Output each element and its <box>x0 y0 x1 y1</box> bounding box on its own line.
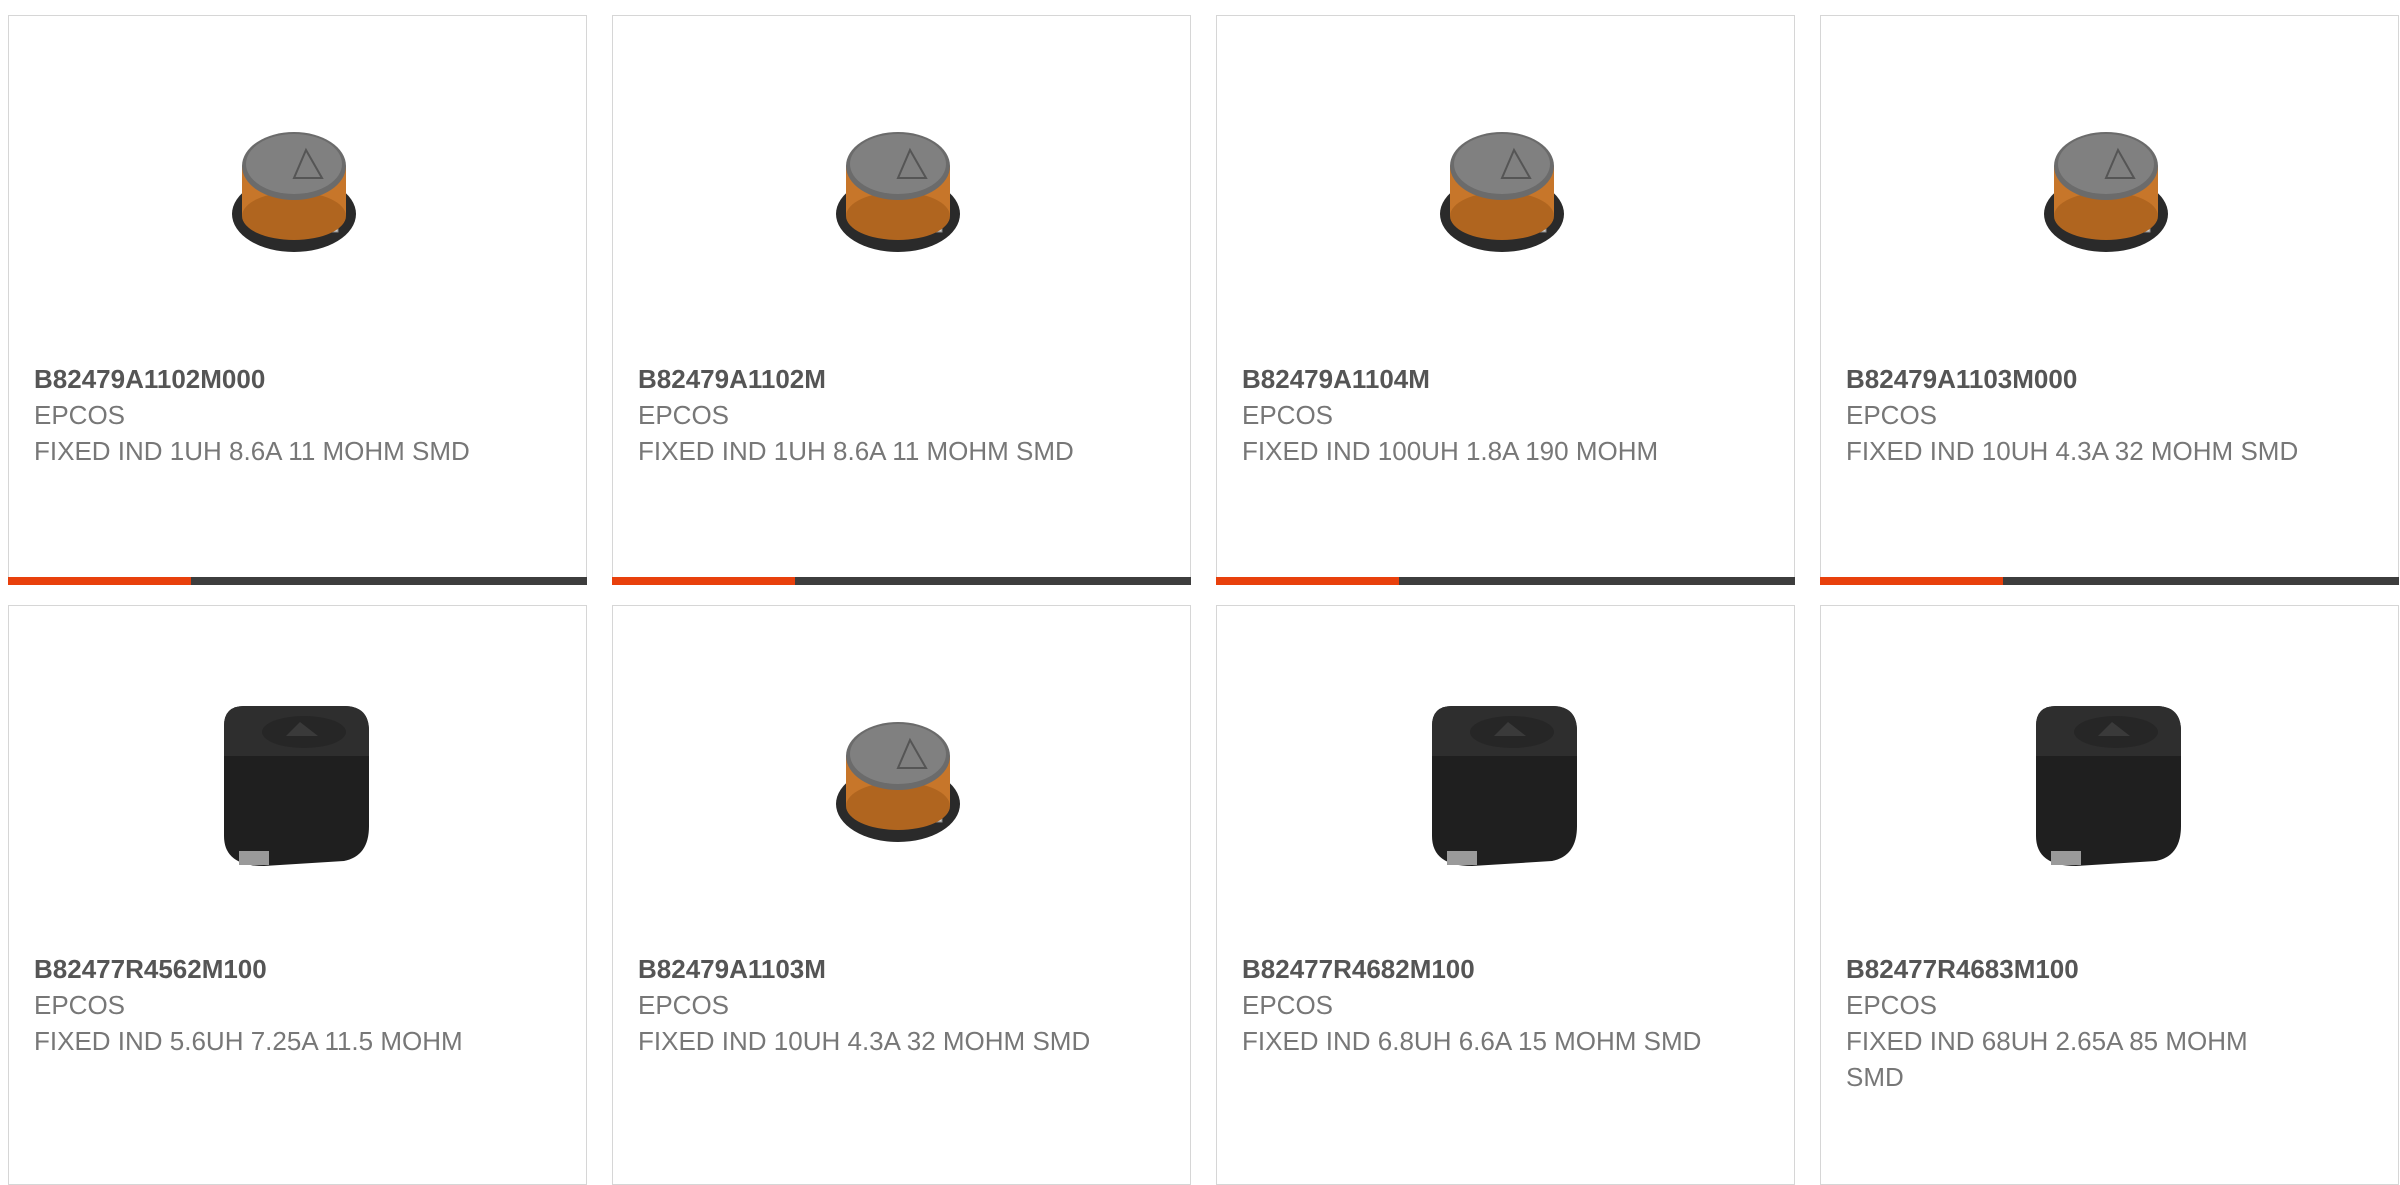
product-card[interactable]: B82477R4562M100 EPCOS FIXED IND 5.6UH 7.… <box>8 605 587 1185</box>
round-inductor-image <box>836 722 960 842</box>
description: FIXED IND 10UH 4.3A 32 MOHM SMD <box>1846 436 2299 466</box>
part-number[interactable]: B82477R4682M100 <box>1242 951 1702 987</box>
product-card[interactable]: B82477R4682M100 EPCOS FIXED IND 6.8UH 6.… <box>1216 605 1795 1185</box>
product-card[interactable]: B82479A1102M EPCOS FIXED IND 1UH 8.6A 11… <box>612 15 1191 585</box>
description: FIXED IND 100UH 1.8A 190 MOHM <box>1242 436 1659 466</box>
manufacturer: EPCOS <box>1242 400 1334 430</box>
accent-bar <box>8 577 191 585</box>
part-number[interactable]: B82479A1103M <box>638 951 1098 987</box>
part-number[interactable]: B82477R4562M100 <box>34 951 494 987</box>
description: FIXED IND 6.8UH 6.6A 15 MOHM SMD <box>1242 1026 1702 1056</box>
part-number[interactable]: B82479A1102M <box>638 361 1098 397</box>
manufacturer: EPCOS <box>34 990 126 1020</box>
product-card[interactable]: B82479A1103M EPCOS FIXED IND 10UH 4.3A 3… <box>612 605 1191 1185</box>
part-number[interactable]: B82479A1102M000 <box>34 361 494 397</box>
accent-bar <box>612 577 795 585</box>
product-card[interactable]: B82479A1102M000 EPCOS FIXED IND 1UH 8.6A… <box>8 15 587 585</box>
product-card[interactable]: B82479A1103M000 EPCOS FIXED IND 10UH 4.3… <box>1820 15 2399 585</box>
card-footer-bar <box>1820 577 2399 585</box>
square-inductor-image <box>224 706 369 866</box>
card-footer-bar <box>612 577 1191 585</box>
round-inductor-image <box>232 132 356 252</box>
round-inductor-image <box>836 132 960 252</box>
description: FIXED IND 1UH 8.6A 11 MOHM SMD <box>34 436 470 466</box>
part-number[interactable]: B82477R4683M100 <box>1846 951 2306 987</box>
accent-bar <box>1820 577 2003 585</box>
manufacturer: EPCOS <box>1846 400 1938 430</box>
manufacturer: EPCOS <box>34 400 126 430</box>
part-number[interactable]: B82479A1103M000 <box>1846 361 2306 397</box>
description: FIXED IND 5.6UH 7.25A 11.5 MOHM <box>34 1026 463 1056</box>
product-card[interactable]: B82479A1104M EPCOS FIXED IND 100UH 1.8A … <box>1216 15 1795 585</box>
round-inductor-image <box>1440 132 1564 252</box>
description: FIXED IND 1UH 8.6A 11 MOHM SMD <box>638 436 1074 466</box>
description: FIXED IND 68UH 2.65A 85 MOHM SMD <box>1846 1026 2248 1092</box>
part-number[interactable]: B82479A1104M <box>1242 361 1702 397</box>
manufacturer: EPCOS <box>1242 990 1334 1020</box>
manufacturer: EPCOS <box>638 990 730 1020</box>
manufacturer: EPCOS <box>638 400 730 430</box>
card-footer-bar <box>8 577 587 585</box>
accent-bar <box>1216 577 1399 585</box>
card-footer-bar <box>1216 577 1795 585</box>
square-inductor-image <box>1432 706 1577 866</box>
square-inductor-image <box>2036 706 2181 866</box>
product-card[interactable]: B82477R4683M100 EPCOS FIXED IND 68UH 2.6… <box>1820 605 2399 1185</box>
manufacturer: EPCOS <box>1846 990 1938 1020</box>
round-inductor-image <box>2044 132 2168 252</box>
description: FIXED IND 10UH 4.3A 32 MOHM SMD <box>638 1026 1091 1056</box>
